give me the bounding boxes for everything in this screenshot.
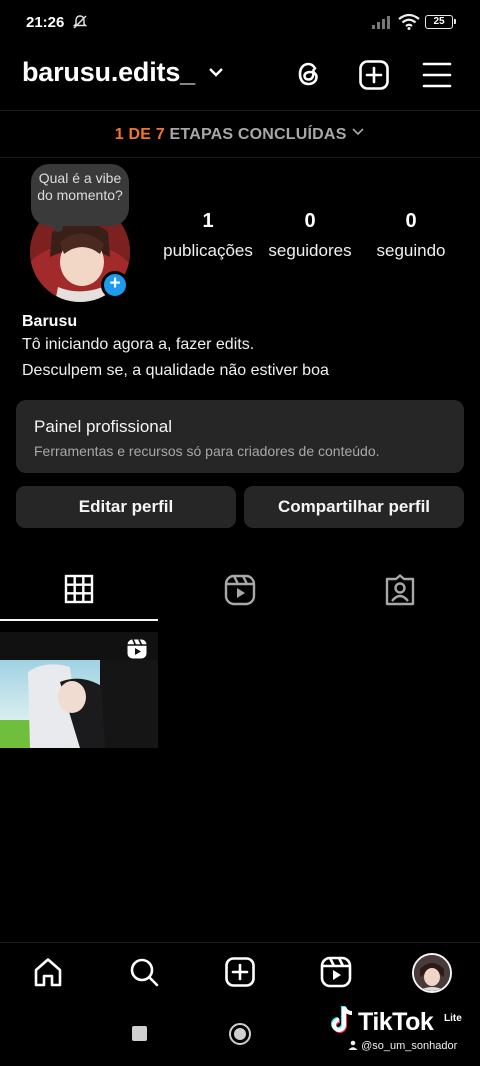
chevron-down-icon <box>352 128 364 136</box>
stat-label: seguindo <box>376 241 446 260</box>
user-icon <box>348 1040 358 1050</box>
reels-icon <box>224 574 256 606</box>
menu-icon[interactable] <box>422 61 452 89</box>
divider <box>0 110 480 111</box>
panel-subtitle: Ferramentas e recursos só para criadores… <box>34 443 380 459</box>
note-bubble[interactable]: Qual é a vibe do momento? <box>31 164 129 232</box>
account-username[interactable]: barusu.edits_ <box>22 57 195 88</box>
avatar-image <box>414 955 450 991</box>
stat-label: publicações <box>163 241 253 260</box>
stat-followers[interactable]: 0 seguidores <box>262 210 358 261</box>
battery-level: 25 <box>433 16 445 27</box>
share-profile-button[interactable]: Compartilhar perfil <box>244 486 464 528</box>
tagged-person-icon <box>385 574 415 606</box>
professional-dashboard[interactable]: Painel profissional Ferramentas e recurs… <box>16 400 464 473</box>
reel-badge-icon <box>127 639 147 659</box>
watermark-brand: TikTok <box>358 1008 434 1036</box>
profile-nav-avatar[interactable] <box>412 953 452 993</box>
profile-name: Barusu <box>22 313 78 330</box>
tab-grid[interactable] <box>0 570 160 618</box>
tab-reels[interactable] <box>160 570 320 618</box>
watermark-tag: Lite <box>444 1013 462 1024</box>
divider <box>0 942 480 943</box>
bio-line: Tô iniciando agora a, fazer edits. <box>22 336 255 353</box>
create-post-icon[interactable] <box>358 59 390 91</box>
grid-icon <box>64 574 94 604</box>
stat-value: 0 <box>304 210 316 232</box>
stat-value: 0 <box>405 210 417 232</box>
search-icon[interactable] <box>128 956 160 988</box>
edit-profile-button[interactable]: Editar perfil <box>16 486 236 528</box>
battery-icon: 25 <box>425 15 456 29</box>
stat-label: seguidores <box>268 241 352 260</box>
create-icon[interactable] <box>224 956 256 988</box>
bell-off-icon <box>72 15 88 29</box>
bio-line: Desculpem se, a qualidade não estiver bo… <box>22 362 329 379</box>
watermark-username: @so_um_sonhador <box>361 1040 458 1052</box>
wifi-icon <box>398 13 420 30</box>
threads-icon[interactable] <box>294 59 324 89</box>
status-time: 21:26 <box>26 14 65 31</box>
steps-done: 1 DE 7 <box>114 126 165 143</box>
stat-posts[interactable]: 1 publicações <box>160 210 256 261</box>
stat-following[interactable]: 0 seguindo <box>368 210 454 261</box>
stat-value: 1 <box>202 210 214 232</box>
steps-label: ETAPAS CONCLUÍDAS <box>169 126 347 143</box>
add-story-icon[interactable]: + <box>101 271 129 299</box>
recent-apps-button[interactable] <box>132 1026 147 1041</box>
reels-icon[interactable] <box>320 956 352 988</box>
home-icon[interactable] <box>32 956 64 988</box>
panel-title: Painel profissional <box>34 417 172 436</box>
tiktok-logo-icon <box>331 1006 353 1033</box>
status-bar: 21:26 25 <box>0 0 480 46</box>
active-tab-indicator <box>0 619 158 621</box>
setup-steps-banner[interactable]: 1 DE 7 ETAPAS CONCLUÍDAS <box>0 126 480 144</box>
watermark-user: @so_um_sonhador <box>348 1040 457 1052</box>
post-thumbnail[interactable] <box>0 632 158 748</box>
signal-icon <box>372 16 390 29</box>
divider <box>0 157 480 158</box>
tab-tagged[interactable] <box>320 570 480 618</box>
chevron-down-icon[interactable] <box>208 66 224 78</box>
home-button[interactable] <box>229 1023 251 1045</box>
